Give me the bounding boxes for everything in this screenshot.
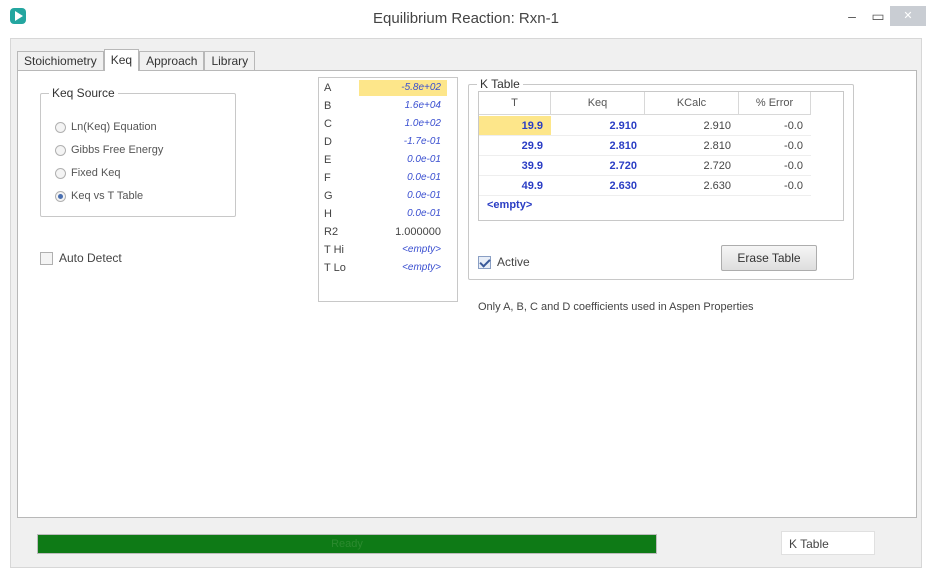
table-cell-kcalc: 2.910 xyxy=(645,116,739,136)
table-cell-keq[interactable]: 2.630 xyxy=(551,176,645,196)
coef-name: F xyxy=(324,172,331,184)
table-cell-t[interactable]: 19.9 xyxy=(479,116,551,136)
coef-value-input[interactable]: 0.0e-01 xyxy=(359,170,447,186)
coef-value-input[interactable]: <empty> xyxy=(359,260,447,276)
column-header-t[interactable]: T xyxy=(479,92,551,115)
window-title: Equilibrium Reaction: Rxn-1 xyxy=(373,10,559,27)
table-cell-kcalc: 2.720 xyxy=(645,156,739,176)
table-cell-keq[interactable]: 2.720 xyxy=(551,156,645,176)
coef-name: D xyxy=(324,136,332,148)
keq-tab-panel: Keq Source Ln(Keq) Equation Gibbs Free E… xyxy=(17,70,917,518)
coef-value-input[interactable]: 0.0e-01 xyxy=(359,152,447,168)
maximize-button[interactable]: ▭ xyxy=(866,6,890,26)
coef-value-input[interactable]: 1.6e+04 xyxy=(359,98,447,114)
progress-bar: Ready xyxy=(37,534,657,554)
coef-row-r2: R2 1.000000 xyxy=(319,224,457,240)
coef-name: A xyxy=(324,82,332,94)
progress-text: Ready xyxy=(331,538,363,550)
active-label: Active xyxy=(497,255,530,269)
tab-strip: Stoichiometry Keq Approach Library xyxy=(17,49,256,71)
auto-detect-checkbox[interactable]: Auto Detect xyxy=(40,251,122,265)
coef-row-b: B 1.6e+04 xyxy=(319,98,457,114)
keq-source-legend: Keq Source xyxy=(49,86,118,100)
table-cell-keq[interactable]: 2.910 xyxy=(551,116,645,136)
table-cell-error: -0.0 xyxy=(739,116,811,136)
table-cell-error: -0.0 xyxy=(739,136,811,156)
tab-library[interactable]: Library xyxy=(204,51,256,71)
k-table-legend: K Table xyxy=(477,77,523,91)
table-cell-t[interactable]: 49.9 xyxy=(479,176,551,196)
coefficient-table: A -5.8e+02 B 1.6e+04 C 1.0e+02 D -1.7e-0… xyxy=(318,77,458,302)
coef-name: E xyxy=(324,154,332,166)
tab-stoichiometry[interactable]: Stoichiometry xyxy=(17,51,104,71)
coef-value-input[interactable]: 0.0e-01 xyxy=(359,188,447,204)
radio-button-icon xyxy=(55,144,66,156)
coef-row-h: H 0.0e-01 xyxy=(319,206,457,222)
status-field: K Table xyxy=(781,531,875,555)
coef-row-g: G 0.0e-01 xyxy=(319,188,457,204)
tab-approach[interactable]: Approach xyxy=(139,51,205,71)
table-empty-row[interactable]: <empty> xyxy=(487,199,532,211)
radio-button-icon xyxy=(55,167,66,179)
coef-row-d: D -1.7e-01 xyxy=(319,134,457,150)
coef-name: R2 xyxy=(324,226,339,238)
coef-name: H xyxy=(324,208,332,220)
radio-label: Ln(Keq) Equation xyxy=(71,121,157,133)
coef-value-input[interactable]: -1.7e-01 xyxy=(359,134,447,150)
column-header-kcalc[interactable]: KCalc xyxy=(645,92,739,115)
window-client: Stoichiometry Keq Approach Library Keq S… xyxy=(10,38,922,568)
close-button[interactable]: ✕ xyxy=(890,6,926,26)
coef-row-e: E 0.0e-01 xyxy=(319,152,457,168)
coef-value: 1.000000 xyxy=(395,226,441,238)
table-cell-t[interactable]: 39.9 xyxy=(479,156,551,176)
column-header-error[interactable]: % Error xyxy=(739,92,811,115)
active-checkbox[interactable]: Active xyxy=(478,255,530,269)
minimize-button[interactable]: – xyxy=(840,6,864,26)
coef-row-t-lo: T Lo <empty> xyxy=(319,260,457,276)
tab-keq[interactable]: Keq xyxy=(103,49,140,71)
keq-source-group: Keq Source Ln(Keq) Equation Gibbs Free E… xyxy=(40,86,236,217)
table-cell-kcalc: 2.630 xyxy=(645,176,739,196)
coef-value-input[interactable]: <empty> xyxy=(359,242,447,258)
radio-button-icon xyxy=(55,121,66,133)
radio-label: Gibbs Free Energy xyxy=(71,144,164,156)
coef-value-input[interactable]: -5.8e+02 xyxy=(359,80,447,96)
table-cell-t[interactable]: 29.9 xyxy=(479,136,551,156)
coef-row-a: A -5.8e+02 xyxy=(319,80,457,96)
radio-ln-keq-equation[interactable]: Ln(Keq) Equation xyxy=(55,121,157,133)
radio-fixed-keq[interactable]: Fixed Keq xyxy=(55,167,121,179)
aspen-properties-note: Only A, B, C and D coefficients used in … xyxy=(478,301,754,313)
table-cell-kcalc: 2.810 xyxy=(645,136,739,156)
coef-value-input[interactable]: 0.0e-01 xyxy=(359,206,447,222)
coef-row-t-hi: T Hi <empty> xyxy=(319,242,457,258)
radio-button-checked-icon xyxy=(55,190,66,202)
erase-table-button[interactable]: Erase Table xyxy=(721,245,817,271)
coef-row-f: F 0.0e-01 xyxy=(319,170,457,186)
column-header-keq[interactable]: Keq xyxy=(551,92,645,115)
checkbox-icon xyxy=(40,251,53,265)
radio-keq-vs-t-table[interactable]: Keq vs T Table xyxy=(55,190,143,202)
table-cell-error: -0.0 xyxy=(739,176,811,196)
table-cell-keq[interactable]: 2.810 xyxy=(551,136,645,156)
radio-label: Fixed Keq xyxy=(71,167,121,179)
coef-name: T Lo xyxy=(324,262,346,274)
coef-name: B xyxy=(324,100,332,112)
radio-label: Keq vs T Table xyxy=(71,190,144,202)
checkbox-checked-icon xyxy=(478,255,491,269)
title-bar: Equilibrium Reaction: Rxn-1 – ▭ ✕ xyxy=(0,0,932,36)
coef-value-input[interactable]: 1.0e+02 xyxy=(359,116,447,132)
k-table-grid: T Keq KCalc % Error 19.9 2.910 2.910 -0.… xyxy=(478,91,844,221)
auto-detect-label: Auto Detect xyxy=(59,251,122,265)
coef-name: G xyxy=(324,190,333,202)
coef-name: T Hi xyxy=(324,244,344,256)
coef-name: C xyxy=(324,118,332,130)
table-cell-error: -0.0 xyxy=(739,156,811,176)
coef-row-c: C 1.0e+02 xyxy=(319,116,457,132)
radio-gibbs-free-energy[interactable]: Gibbs Free Energy xyxy=(55,144,163,156)
